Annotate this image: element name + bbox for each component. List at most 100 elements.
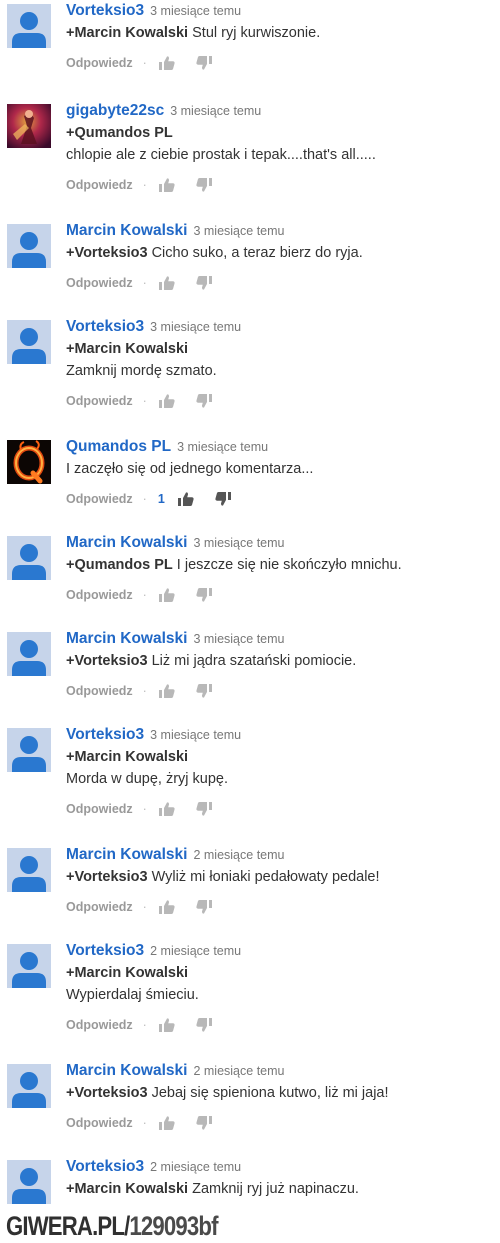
avatar[interactable] xyxy=(7,536,51,580)
comment-author-link[interactable]: Vorteksio3 xyxy=(66,1158,144,1175)
comment-mention[interactable]: +Vorteksio3 xyxy=(66,245,148,261)
comment-body: Vorteksio3 3 miesiące temu +Marcin Kowalsk… xyxy=(66,0,500,73)
avatar[interactable] xyxy=(7,440,51,484)
thumbs-up-icon[interactable] xyxy=(158,683,176,699)
thumbs-up-icon[interactable] xyxy=(158,393,176,409)
comment-timestamp[interactable]: 3 miesiące temu xyxy=(193,536,284,550)
comment-timestamp[interactable]: 3 miesiące temu xyxy=(170,104,261,118)
avatar[interactable] xyxy=(7,1064,51,1108)
thumbs-up-icon[interactable] xyxy=(158,1115,176,1131)
comment-author-link[interactable]: Marcin Kowalski xyxy=(66,222,187,239)
comment-mention[interactable]: +Marcin Kowalski xyxy=(66,1181,188,1197)
comment-mention[interactable]: +Marcin Kowalski xyxy=(66,965,188,981)
comment-author-link[interactable]: Marcin Kowalski xyxy=(66,630,187,647)
reply-button[interactable]: Odpowiedz xyxy=(66,897,133,917)
comment-author-link[interactable]: Vorteksio3 xyxy=(66,726,144,743)
comment-text: chlopie ale z ciebie prostak i tepak....… xyxy=(66,147,376,163)
thumbs-up-icon[interactable] xyxy=(158,55,176,71)
comment-mention[interactable]: +Vorteksio3 xyxy=(66,869,148,885)
thumbs-down-icon[interactable] xyxy=(214,491,232,507)
comment-text: I jeszcze się nie skończyło mnichu. xyxy=(172,557,402,573)
reply-button[interactable]: Odpowiedz xyxy=(66,1015,133,1035)
reply-button[interactable]: Odpowiedz xyxy=(66,53,133,73)
thumbs-up-icon[interactable] xyxy=(158,1017,176,1033)
comment-header: Vorteksio3 3 miesiące temu xyxy=(66,316,500,338)
comment-text-line: +Vorteksio3 Wyliż mi łoniaki pedałowaty … xyxy=(66,866,500,888)
comment-timestamp[interactable]: 3 miesiące temu xyxy=(193,224,284,238)
comment-mention[interactable]: +Vorteksio3 xyxy=(66,653,148,669)
comment-timestamp[interactable]: 2 miesiące temu xyxy=(193,1064,284,1078)
avatar[interactable] xyxy=(7,728,51,772)
thumbs-down-icon[interactable] xyxy=(195,393,213,409)
comment-timestamp[interactable]: 2 miesiące temu xyxy=(150,944,241,958)
avatar[interactable] xyxy=(7,848,51,892)
comment-actions: Odpowiedz · xyxy=(66,1015,500,1035)
comment-actions: Odpowiedz · xyxy=(66,1113,500,1133)
thumbs-down-icon[interactable] xyxy=(195,55,213,71)
comment-mention[interactable]: +Marcin Kowalski xyxy=(66,25,188,41)
avatar[interactable] xyxy=(7,1160,51,1204)
comment-text-line: Morda w dupę, żryj kupę. xyxy=(66,768,500,790)
comment-author-link[interactable]: Marcin Kowalski xyxy=(66,1062,187,1079)
avatar[interactable] xyxy=(7,104,51,148)
comment-mention[interactable]: +Vorteksio3 xyxy=(66,1085,148,1101)
thumbs-up-icon[interactable] xyxy=(158,275,176,291)
comment-mention[interactable]: +Marcin Kowalski xyxy=(66,341,188,357)
comment-mention[interactable]: +Marcin Kowalski xyxy=(66,749,188,765)
comment-body: Vorteksio3 2 miesiące temu +Marcin Kowalsk… xyxy=(66,940,500,1035)
reply-button[interactable]: Odpowiedz xyxy=(66,1113,133,1133)
reply-button[interactable]: Odpowiedz xyxy=(66,175,133,195)
thumbs-down-icon[interactable] xyxy=(195,1017,213,1033)
reply-button[interactable]: Odpowiedz xyxy=(66,489,133,509)
thumbs-down-icon[interactable] xyxy=(195,275,213,291)
comment-timestamp[interactable]: 2 miesiące temu xyxy=(150,1160,241,1174)
thumbs-down-icon[interactable] xyxy=(195,177,213,193)
reply-button[interactable]: Odpowiedz xyxy=(66,273,133,293)
thumbs-down-icon[interactable] xyxy=(195,801,213,817)
comment-text: Jebaj się spieniona kutwo, liż mi jaja! xyxy=(147,1085,389,1101)
comment-actions: Odpowiedz · xyxy=(66,681,500,701)
separator-dot: · xyxy=(142,802,147,816)
comment-author-link[interactable]: Marcin Kowalski xyxy=(66,534,187,551)
comment-mention[interactable]: +Qumandos PL xyxy=(66,125,173,141)
comment-timestamp[interactable]: 3 miesiące temu xyxy=(177,440,268,454)
thumbs-down-icon[interactable] xyxy=(195,1115,213,1131)
comment-author-link[interactable]: Qumandos PL xyxy=(66,438,171,455)
comment-timestamp[interactable]: 3 miesiące temu xyxy=(150,728,241,742)
comment-timestamp[interactable]: 3 miesiące temu xyxy=(150,320,241,334)
reply-button[interactable]: Odpowiedz xyxy=(66,391,133,411)
comment-author-link[interactable]: Marcin Kowalski xyxy=(66,846,187,863)
thumbs-up-icon[interactable] xyxy=(158,899,176,915)
thumbs-down-icon[interactable] xyxy=(195,683,213,699)
thumbs-down-icon[interactable] xyxy=(195,587,213,603)
comment-timestamp[interactable]: 3 miesiące temu xyxy=(193,632,284,646)
comment-author-link[interactable]: Vorteksio3 xyxy=(66,942,144,959)
comment-timestamp[interactable]: 3 miesiące temu xyxy=(150,4,241,18)
avatar[interactable] xyxy=(7,632,51,676)
comment-actions: Odpowiedz · xyxy=(66,391,500,411)
comment-text-line: +Marcin Kowalski Zamknij ryj już napinac… xyxy=(66,1178,500,1200)
thumbs-up-icon[interactable] xyxy=(177,491,195,507)
thumbs-up-icon[interactable] xyxy=(158,801,176,817)
reply-button[interactable]: Odpowiedz xyxy=(66,681,133,701)
comment-author-link[interactable]: Vorteksio3 xyxy=(66,2,144,19)
thumbs-up-icon[interactable] xyxy=(158,587,176,603)
reply-button[interactable]: Odpowiedz xyxy=(66,799,133,819)
comment-text-line: +Vorteksio3 Liż mi jądra szatański pomio… xyxy=(66,650,500,672)
comment-author-link[interactable]: gigabyte22sc xyxy=(66,102,164,119)
comment-mention[interactable]: +Qumandos PL xyxy=(66,557,173,573)
separator-dot: · xyxy=(142,684,147,698)
comment-header: Marcin Kowalski 2 miesiące temu xyxy=(66,1060,500,1082)
comment-text-line: +Vorteksio3 Jebaj się spieniona kutwo, l… xyxy=(66,1082,500,1104)
avatar[interactable] xyxy=(7,320,51,364)
comment-text-line: +Marcin Kowalski xyxy=(66,338,500,360)
thumbs-down-icon[interactable] xyxy=(195,899,213,915)
avatar[interactable] xyxy=(7,944,51,988)
comment-author-link[interactable]: Vorteksio3 xyxy=(66,318,144,335)
reply-button[interactable]: Odpowiedz xyxy=(66,585,133,605)
comment-text: Wypierdalaj śmieciu. xyxy=(66,987,199,1003)
thumbs-up-icon[interactable] xyxy=(158,177,176,193)
avatar[interactable] xyxy=(7,4,51,48)
avatar[interactable] xyxy=(7,224,51,268)
comment-timestamp[interactable]: 2 miesiące temu xyxy=(193,848,284,862)
